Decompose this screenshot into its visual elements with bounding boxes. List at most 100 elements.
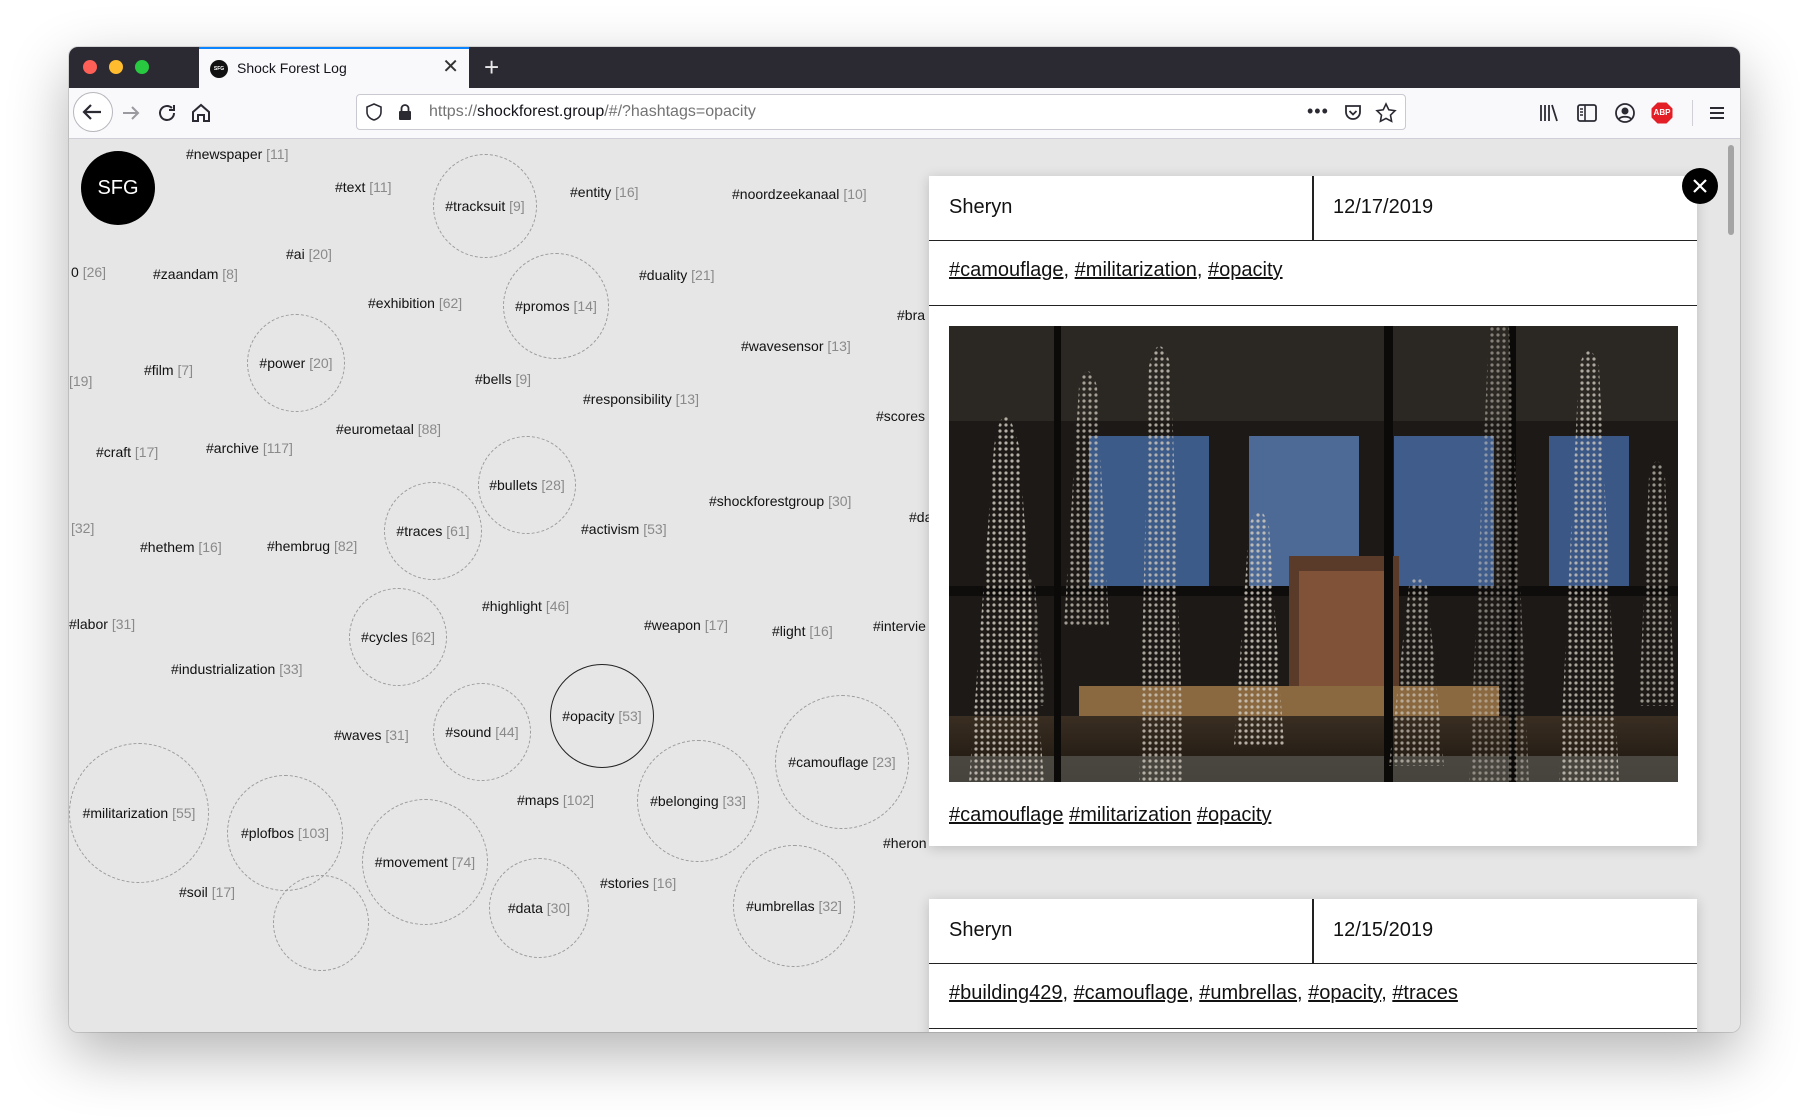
hashtag-bells[interactable]: #bells [9]: [475, 371, 531, 387]
hashtag-camouflage[interactable]: #camouflage [23]: [775, 695, 909, 829]
zoom-window-button[interactable]: [135, 60, 149, 74]
account-icon[interactable]: [1613, 101, 1637, 125]
pocket-icon[interactable]: [1343, 103, 1363, 128]
tab-close-icon[interactable]: ✕: [442, 55, 459, 79]
hashtag-cycles[interactable]: #cycles [62]: [349, 588, 447, 686]
back-button[interactable]: [73, 92, 113, 132]
post-header: Sheryn 12/15/2019: [929, 899, 1697, 964]
library-icon[interactable]: [1537, 101, 1561, 125]
post-image[interactable]: [949, 326, 1678, 782]
minimize-window-button[interactable]: [109, 60, 123, 74]
post-tags: #building429, #camouflage, #umbrellas, #…: [929, 964, 1697, 1029]
hashtag-bra[interactable]: #bra: [897, 307, 925, 323]
new-tab-icon[interactable]: +: [484, 49, 499, 85]
post-card: Sheryn 12/15/2019 #building429, #camoufl…: [929, 899, 1697, 1032]
hashtag-power[interactable]: #power [20]: [247, 314, 345, 412]
hashtag-data[interactable]: #data [30]: [489, 858, 589, 958]
lock-icon[interactable]: [397, 103, 413, 126]
hashtag-noordzeekanaal[interactable]: #noordzeekanaal [10]: [732, 186, 867, 202]
scrollbar-thumb[interactable]: [1728, 145, 1734, 235]
hashtag-film[interactable]: #film [7]: [144, 362, 193, 378]
hashtag-shockforestgroup[interactable]: #shockforestgroup [30]: [709, 493, 851, 509]
hashtag-light[interactable]: #light [16]: [772, 623, 833, 639]
hashtag-wavesensor[interactable]: #wavesensor [13]: [741, 338, 851, 354]
hashtag-movement[interactable]: #movement [74]: [362, 799, 488, 925]
hashtag-promos[interactable]: #promos [14]: [503, 253, 609, 359]
post-footer-tag-link[interactable]: #militarization: [1069, 804, 1191, 826]
post-tag-link[interactable]: #opacity: [1208, 259, 1283, 281]
hashtag-partial-19[interactable]: [19]: [69, 373, 92, 389]
hashtag-eurometaal[interactable]: #eurometaal [88]: [336, 421, 441, 437]
hashtag-labor[interactable]: #labor [31]: [69, 616, 135, 632]
hashtag-ai[interactable]: #ai [20]: [286, 246, 332, 262]
hashtag-belonging[interactable]: #belonging [33]: [637, 740, 759, 862]
hashtag-archive[interactable]: #archive [117]: [206, 440, 293, 456]
post-tag-link[interactable]: #camouflage: [1074, 982, 1189, 1004]
post-footer-tag-link[interactable]: #opacity: [1197, 804, 1272, 826]
hashtag-maps[interactable]: #maps [102]: [517, 792, 594, 808]
hashtag-duality[interactable]: #duality [21]: [639, 267, 715, 283]
hashtag-responsibility[interactable]: #responsibility [13]: [583, 391, 699, 407]
post-tag-link[interactable]: #camouflage: [949, 259, 1064, 281]
hashtag-bullets[interactable]: #bullets [28]: [478, 436, 576, 534]
hashtag-scores[interactable]: #scores: [876, 408, 925, 424]
hashtag-sound[interactable]: #sound [44]: [433, 683, 531, 781]
hashtag-entity[interactable]: #entity [16]: [570, 184, 639, 200]
hashtag-highlight[interactable]: #highlight [46]: [482, 598, 569, 614]
header-divider: [1312, 176, 1314, 240]
hashtag-plofbos[interactable]: #plofbos [103]: [227, 775, 343, 891]
hashtag-militarization[interactable]: #militarization [55]: [69, 743, 209, 883]
more-icon[interactable]: •••: [1307, 101, 1329, 122]
sfg-logo[interactable]: SFG: [81, 151, 155, 225]
post-tag-link[interactable]: #traces: [1392, 982, 1458, 1004]
hashtag-hembrug[interactable]: #hembrug [82]: [267, 538, 357, 554]
hashtag-exhibition[interactable]: #exhibition [62]: [368, 295, 462, 311]
hashtag-industrialization[interactable]: #industrialization [33]: [171, 661, 303, 677]
hashtag-partial-circle[interactable]: [273, 875, 369, 971]
post-tag-link[interactable]: #building429: [949, 982, 1062, 1004]
post-footer-tag-link[interactable]: #camouflage: [949, 804, 1064, 826]
post-tag-link[interactable]: #opacity: [1308, 982, 1381, 1004]
reload-button[interactable]: [155, 101, 179, 125]
hashtag-zaandam[interactable]: #zaandam [8]: [153, 266, 238, 282]
hashtag-stories[interactable]: #stories [16]: [600, 875, 676, 891]
hashtag-partial-26[interactable]: 0 [26]: [71, 264, 106, 280]
close-post-button[interactable]: [1682, 168, 1718, 204]
post-tag-link[interactable]: #militarization: [1075, 259, 1197, 281]
hashtag-traces[interactable]: #traces [61]: [384, 482, 482, 580]
url-bar[interactable]: https://shockforest.group/#/?hashtags=op…: [356, 94, 1406, 130]
bookmark-star-icon[interactable]: [1375, 102, 1397, 129]
hashtag-hethem[interactable]: #hethem [16]: [140, 539, 222, 555]
tab-favicon: SFG: [210, 60, 228, 78]
forward-button[interactable]: [119, 101, 143, 125]
page-scrollbar[interactable]: [1726, 139, 1736, 1032]
hashtag-activism[interactable]: #activism [53]: [581, 521, 667, 537]
url-scheme: https://: [429, 103, 478, 120]
url-path: /#/?hashtags=opacity: [604, 103, 756, 120]
forward-icon: [123, 106, 140, 120]
post-date: 12/15/2019: [1333, 919, 1434, 941]
tab-shock-forest-log[interactable]: SFG Shock Forest Log ✕: [199, 47, 469, 88]
hashtag-text[interactable]: #text [11]: [335, 179, 392, 195]
hashtag-waves[interactable]: #waves [31]: [334, 727, 409, 743]
hashtag-umbrellas[interactable]: #umbrellas [32]: [733, 845, 855, 967]
sidebar-icon[interactable]: [1575, 101, 1599, 125]
hashtag-newspaper[interactable]: #newspaper [11]: [186, 146, 288, 162]
menu-icon[interactable]: [1705, 101, 1729, 125]
hashtag-heron[interactable]: #heron: [883, 835, 927, 851]
post-footer-tags: #camouflage #militarization #opacity: [949, 804, 1271, 827]
url-text[interactable]: https://shockforest.group/#/?hashtags=op…: [429, 103, 756, 121]
post-tag-link[interactable]: #umbrellas: [1199, 982, 1297, 1004]
hashtag-craft[interactable]: #craft [17]: [96, 444, 158, 460]
home-button[interactable]: [189, 101, 213, 125]
hashtag-tracksuit[interactable]: #tracksuit [9]: [433, 154, 537, 258]
hashtag-weapon[interactable]: #weapon [17]: [644, 617, 728, 633]
hashtag-partial-32[interactable]: [32]: [71, 520, 94, 536]
hashtag-opacity-selected[interactable]: #opacity [53]: [550, 664, 654, 768]
hashtag-intervie[interactable]: #intervie: [873, 618, 926, 634]
adblock-icon[interactable]: ABP: [1650, 101, 1674, 125]
hashtag-soil[interactable]: #soil [17]: [179, 884, 235, 900]
shield-icon[interactable]: [365, 103, 383, 126]
header-divider: [1312, 899, 1314, 963]
close-window-button[interactable]: [83, 60, 97, 74]
